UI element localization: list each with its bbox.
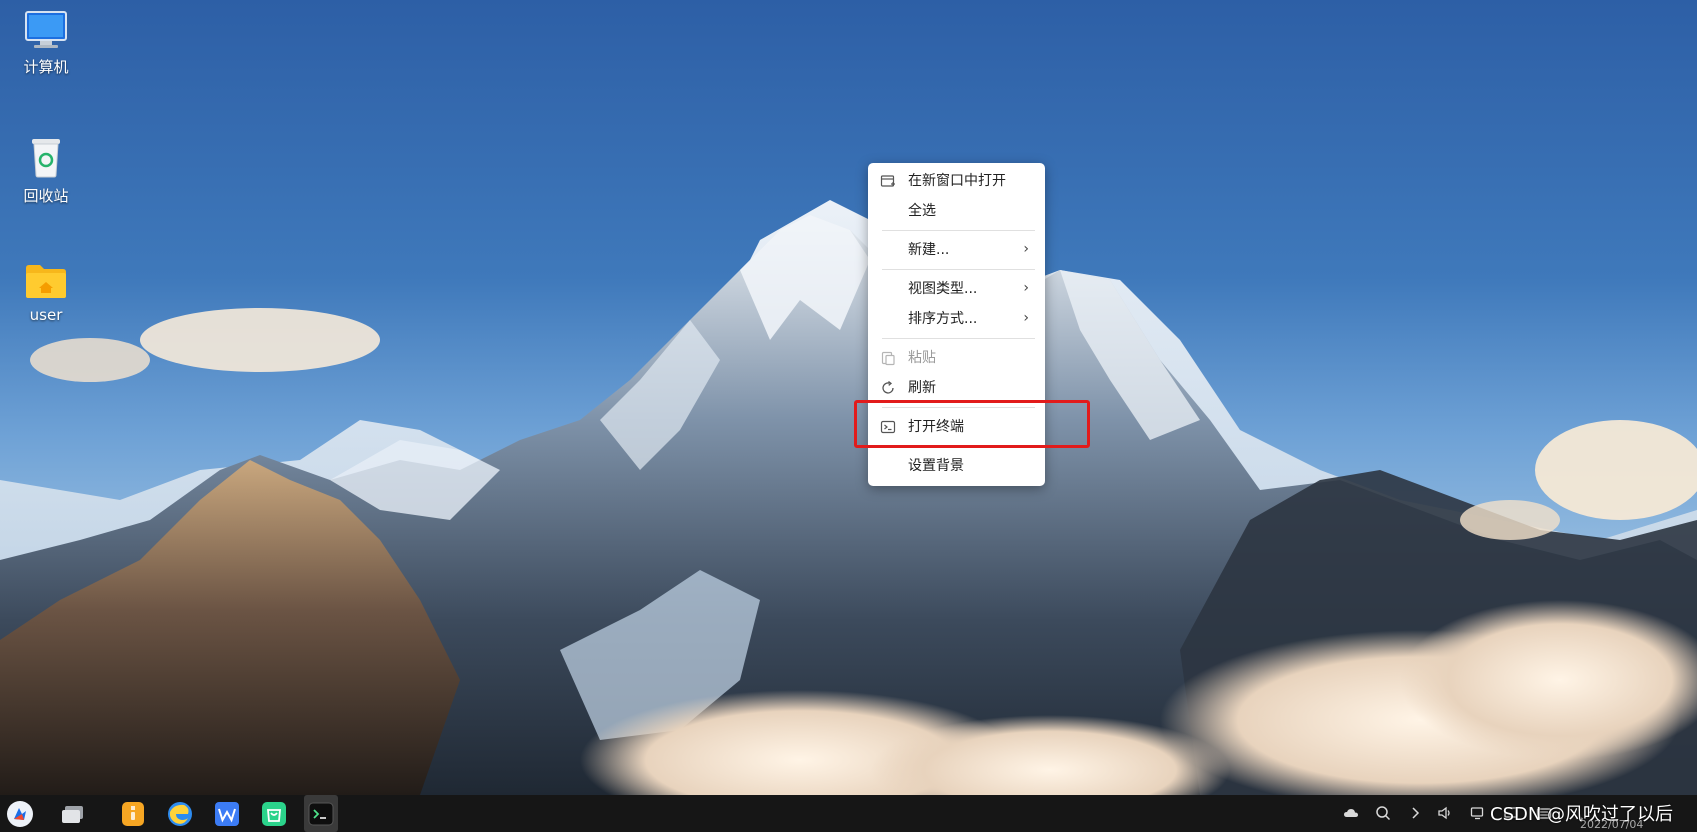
taskbar-wps[interactable] (213, 800, 241, 828)
refresh-icon (882, 380, 894, 394)
chevron-right-icon[interactable] (1407, 805, 1423, 821)
multitask-view-icon (62, 806, 83, 823)
desktop-wallpaper (0, 0, 1697, 795)
annotation-highlight-box (854, 400, 1090, 448)
taskbar-multitask-view[interactable] (59, 800, 87, 828)
chevron-right-icon: › (1023, 310, 1029, 326)
desktop-icon-user-home[interactable]: user (0, 262, 92, 324)
home-folder-icon (26, 265, 66, 298)
desktop-icon-label: 回收站 (23, 187, 69, 205)
desktop-icon-computer[interactable]: 计算机 (0, 10, 92, 77)
taskbar-terminal[interactable] (307, 800, 335, 828)
taskbar-file-manager[interactable] (119, 800, 147, 828)
menu-item-label: 刷新 (908, 380, 936, 396)
menu-item-label: 视图类型... (908, 281, 978, 297)
chevron-right-icon: › (1023, 280, 1029, 296)
browser-icon (168, 802, 192, 826)
trash-icon (32, 139, 60, 178)
menu-item-view-type[interactable]: 视图类型... › (868, 275, 1045, 303)
taskbar (0, 795, 1697, 832)
cloud-icon[interactable] (1343, 805, 1359, 821)
desktop-icon-label: 计算机 (23, 58, 69, 76)
taskbar-date[interactable]: 2022/07/04 (1580, 818, 1643, 831)
mountain-scenery (0, 200, 1697, 795)
start-menu-icon (7, 801, 33, 827)
file-manager-icon (122, 802, 144, 826)
volume-icon[interactable] (1437, 805, 1453, 821)
network-icon[interactable] (1470, 805, 1486, 821)
menu-item-sort-by[interactable]: 排序方式... › (868, 305, 1045, 333)
menu-item-label: 新建... (908, 242, 950, 258)
menu-item-refresh[interactable]: 刷新 (868, 374, 1045, 402)
menu-item-label: 排序方式... (908, 311, 978, 327)
chevron-right-icon: › (1023, 241, 1029, 257)
menu-item-label: 在新窗口中打开 (908, 173, 1006, 189)
menu-item-paste: 粘贴 (868, 344, 1045, 372)
desktop-icon-trash[interactable]: 回收站 (0, 135, 92, 206)
search-icon[interactable] (1375, 805, 1391, 821)
taskbar-software-store[interactable] (260, 800, 288, 828)
menu-separator (882, 338, 1035, 339)
desktop-icon-label: user (29, 306, 63, 324)
menu-item-label: 设置背景 (908, 458, 964, 474)
terminal-app-icon (308, 802, 334, 826)
menu-separator (882, 269, 1035, 270)
menu-item-set-background[interactable]: 设置背景 (868, 452, 1045, 480)
menu-item-label: 粘贴 (908, 350, 936, 366)
menu-item-new[interactable]: 新建... › (868, 236, 1045, 264)
menu-item-open-new-window[interactable]: 在新窗口中打开 (868, 167, 1045, 195)
menu-item-select-all[interactable]: 全选 (868, 197, 1045, 225)
wps-icon (215, 802, 239, 826)
taskbar-start-menu[interactable] (6, 800, 34, 828)
menu-item-label: 全选 (908, 203, 936, 219)
paste-icon (881, 351, 895, 366)
computer-icon (25, 11, 67, 48)
menu-separator (882, 230, 1035, 231)
new-window-icon (880, 175, 895, 187)
taskbar-browser[interactable] (166, 800, 194, 828)
software-store-icon (262, 802, 286, 826)
